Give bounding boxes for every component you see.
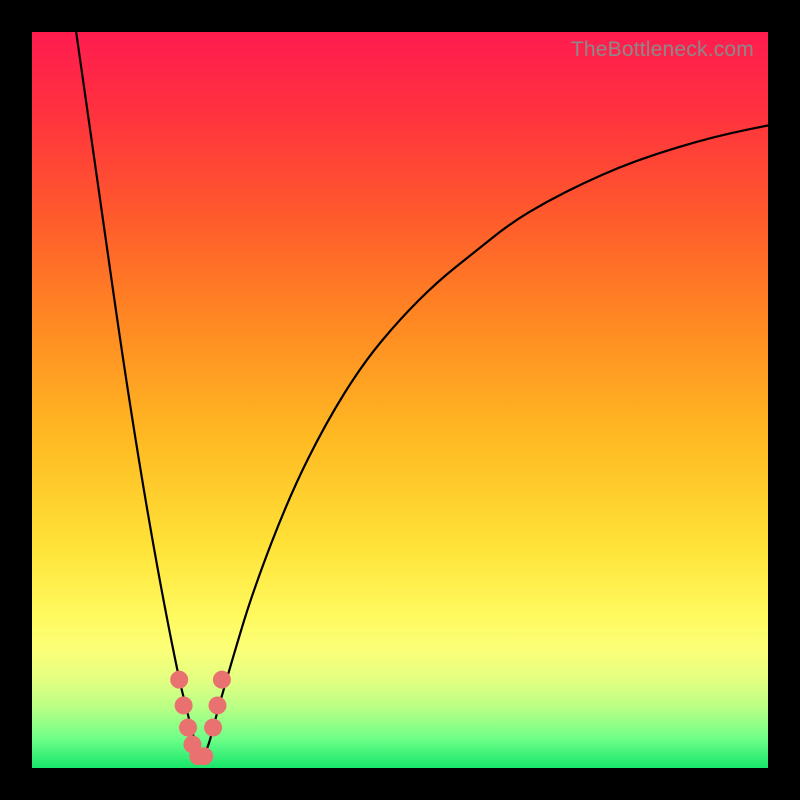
optimum-marker (195, 747, 213, 765)
optimum-marker (179, 719, 197, 737)
chart-frame: TheBottleneck.com (0, 0, 800, 800)
optimum-markers (170, 671, 231, 766)
chart-svg (32, 32, 768, 768)
bottleneck-curve-left (76, 32, 201, 761)
optimum-marker (175, 696, 193, 714)
plot-area: TheBottleneck.com (32, 32, 768, 768)
optimum-marker (170, 671, 188, 689)
optimum-marker (208, 696, 226, 714)
bottleneck-curve-right (201, 125, 768, 760)
optimum-marker (213, 671, 231, 689)
optimum-marker (204, 719, 222, 737)
